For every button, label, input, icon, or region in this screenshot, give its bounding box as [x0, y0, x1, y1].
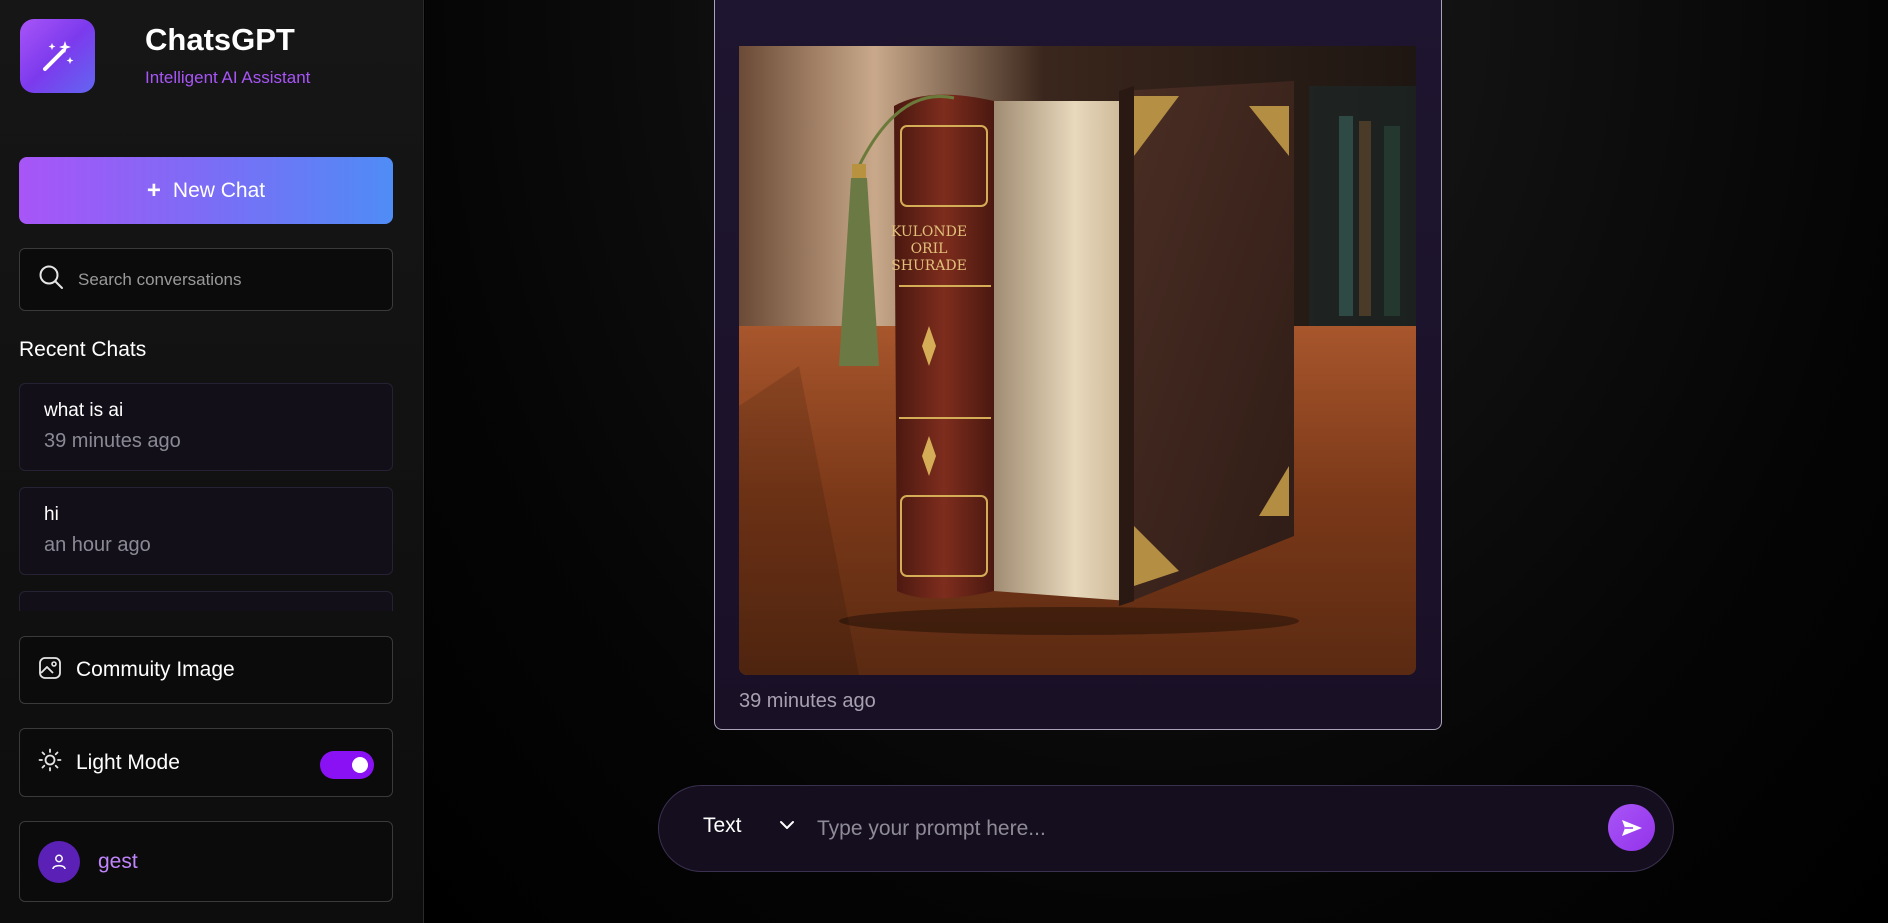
new-chat-button[interactable]: + New Chat [19, 157, 393, 224]
toggle-knob [352, 757, 368, 773]
mode-select[interactable]: Text [703, 814, 742, 838]
new-chat-label: New Chat [172, 178, 266, 202]
recent-chats-heading: Recent Chats [19, 338, 147, 361]
light-mode-label: Light Mode [76, 750, 180, 774]
message-timestamp: 39 minutes ago [739, 690, 876, 712]
app-title: ChatsGPT [145, 22, 295, 57]
user-name: gest [98, 849, 138, 873]
send-button[interactable] [1608, 804, 1655, 851]
user-profile[interactable]: gest [19, 821, 393, 902]
generated-image[interactable]: KULONDE ORIL SHURADE [739, 46, 1416, 675]
prompt-input[interactable] [817, 808, 1577, 850]
chat-item-time: an hour ago [44, 534, 151, 556]
sun-icon [38, 748, 62, 777]
community-image-label: Commuity Image [76, 658, 235, 681]
chat-item-time: 39 minutes ago [44, 430, 181, 452]
chat-list-item[interactable]: hi an hour ago [19, 487, 393, 575]
chat-list-item[interactable] [19, 591, 393, 611]
light-mode-row: Light Mode [19, 728, 393, 797]
community-image-button[interactable]: Commuity Image [19, 636, 393, 704]
user-icon [52, 854, 66, 869]
chevron-down-icon[interactable] [779, 818, 795, 836]
avatar [38, 840, 80, 883]
sidebar: ChatsGPT Intelligent AI Assistant + New … [0, 0, 424, 923]
light-mode-toggle[interactable] [320, 751, 374, 779]
search-box [19, 248, 393, 311]
magic-wand-icon [20, 19, 95, 93]
prompt-composer: Text [658, 785, 1674, 872]
app-subtitle: Intelligent AI Assistant [145, 68, 311, 87]
chat-list-item[interactable]: what is ai 39 minutes ago [19, 383, 393, 471]
image-icon [38, 656, 62, 685]
brand: ChatsGPT Intelligent AI Assistant [20, 19, 310, 93]
chat-item-title: what is ai [44, 400, 124, 421]
svg-text:ORIL: ORIL [911, 241, 948, 257]
search-input[interactable] [78, 269, 378, 290]
send-icon [1621, 819, 1642, 836]
svg-text:KULONDE: KULONDE [891, 224, 967, 240]
recent-chats-list[interactable]: what is ai 39 minutes ago hi an hour ago [19, 383, 393, 611]
svg-text:SHURADE: SHURADE [891, 258, 967, 274]
search-icon [38, 264, 64, 295]
chat-item-title: hi [44, 504, 59, 525]
plus-icon: + [146, 176, 161, 204]
